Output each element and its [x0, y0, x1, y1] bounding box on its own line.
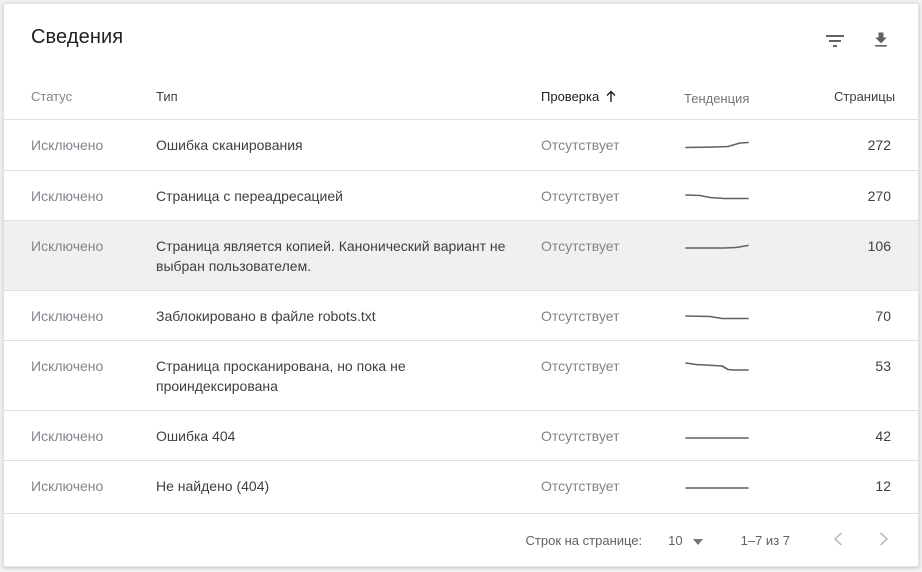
column-header-type[interactable]: Тип	[156, 89, 541, 104]
chevron-right-icon	[879, 531, 889, 549]
cell-validation: Отсутствует	[541, 428, 620, 444]
cell-validation: Отсутствует	[541, 308, 620, 324]
table-row[interactable]: Исключено Страница просканирована, но пок…	[4, 340, 918, 410]
column-header-trend[interactable]: Тенденция	[684, 88, 834, 106]
cell-pages: 12	[875, 478, 891, 494]
card-header: Сведения	[4, 4, 918, 74]
column-header-pages[interactable]: Страницы	[834, 89, 895, 104]
cell-validation: Отсутствует	[541, 238, 620, 254]
cell-trend	[684, 476, 834, 493]
trend-sparkline	[685, 141, 749, 149]
cell-validation: Отсутствует	[541, 188, 620, 204]
cell-type: Страница просканирована, но пока не прои…	[156, 358, 406, 394]
cell-type: Не найдено (404)	[156, 478, 270, 494]
rows-per-page-value: 10	[668, 532, 683, 548]
download-button[interactable]	[868, 28, 894, 54]
table-row[interactable]: Исключено Страница является копией. Канон…	[4, 220, 918, 290]
cell-status: Исключено	[31, 137, 104, 153]
details-card: Сведения Статус Тип Проверка Тенденция С…	[3, 3, 919, 567]
cell-validation: Отсутствует	[541, 358, 620, 374]
cell-validation: Отсутствует	[541, 478, 620, 494]
table-row[interactable]: Исключено Не найдено (404) Отсутствует 12	[4, 460, 918, 510]
cell-status: Исключено	[31, 188, 104, 204]
filter-button[interactable]	[822, 28, 848, 54]
cell-pages: 70	[875, 308, 891, 324]
rows-per-page-label: Строк на странице:	[525, 532, 643, 548]
cell-pages: 270	[867, 188, 891, 204]
trend-sparkline	[685, 437, 749, 439]
dropdown-arrow-icon	[692, 533, 703, 548]
cell-validation: Отсутствует	[541, 137, 620, 153]
trend-sparkline	[685, 315, 749, 320]
cell-pages: 272	[867, 137, 891, 153]
cell-trend	[684, 135, 834, 152]
cell-status: Исключено	[31, 238, 104, 254]
download-icon	[871, 30, 891, 53]
cell-trend	[684, 186, 834, 203]
trend-sparkline	[685, 362, 749, 371]
cell-status: Исключено	[31, 428, 104, 444]
cell-pages: 53	[875, 358, 891, 374]
cell-trend	[684, 426, 834, 443]
cell-type: Страница является копией. Канонический в…	[156, 238, 506, 274]
trend-sparkline	[685, 487, 749, 489]
cell-type: Страница с переадресацией	[156, 188, 343, 204]
trend-sparkline	[685, 244, 749, 249]
sort-ascending-icon	[605, 90, 617, 103]
table-body: Исключено Ошибка сканирования Отсутствует 2…	[4, 120, 918, 513]
cell-status: Исключено	[31, 358, 104, 374]
previous-page-button[interactable]	[826, 528, 850, 552]
column-header-validation[interactable]: Проверка	[541, 89, 684, 104]
next-page-button[interactable]	[872, 528, 896, 552]
table-row[interactable]: Исключено Заблокировано в файле robots.tx…	[4, 290, 918, 340]
pagination-range: 1–7 из 7	[740, 532, 790, 548]
table-row[interactable]: Исключено Страница с переадресацией Отсутс…	[4, 170, 918, 220]
cell-status: Исключено	[31, 478, 104, 494]
cell-type: Заблокировано в файле robots.txt	[156, 308, 376, 324]
table-footer: Строк на странице: 10 1–7 из 7	[4, 513, 918, 566]
table-row[interactable]: Исключено Ошибка 404 Отсутствует 42	[4, 410, 918, 460]
cell-type: Ошибка 404	[156, 428, 236, 444]
rows-per-page-select[interactable]: 10	[668, 532, 703, 548]
column-header-status[interactable]: Статус	[31, 89, 156, 104]
page-title: Сведения	[31, 26, 124, 48]
cell-type: Ошибка сканирования	[156, 137, 303, 153]
chevron-left-icon	[833, 531, 843, 549]
trend-sparkline	[685, 194, 749, 200]
cell-trend	[684, 236, 834, 253]
cell-pages: 106	[867, 238, 891, 254]
table-row[interactable]: Исключено Ошибка сканирования Отсутствует 2…	[4, 120, 918, 170]
filter-icon	[825, 32, 845, 51]
column-header-validation-label: Проверка	[541, 89, 600, 104]
header-actions	[822, 26, 894, 54]
cell-status: Исключено	[31, 308, 104, 324]
cell-trend	[684, 306, 834, 323]
cell-pages: 42	[875, 428, 891, 444]
cell-trend	[684, 356, 834, 373]
table-header: Статус Тип Проверка Тенденция Страницы	[4, 74, 918, 120]
